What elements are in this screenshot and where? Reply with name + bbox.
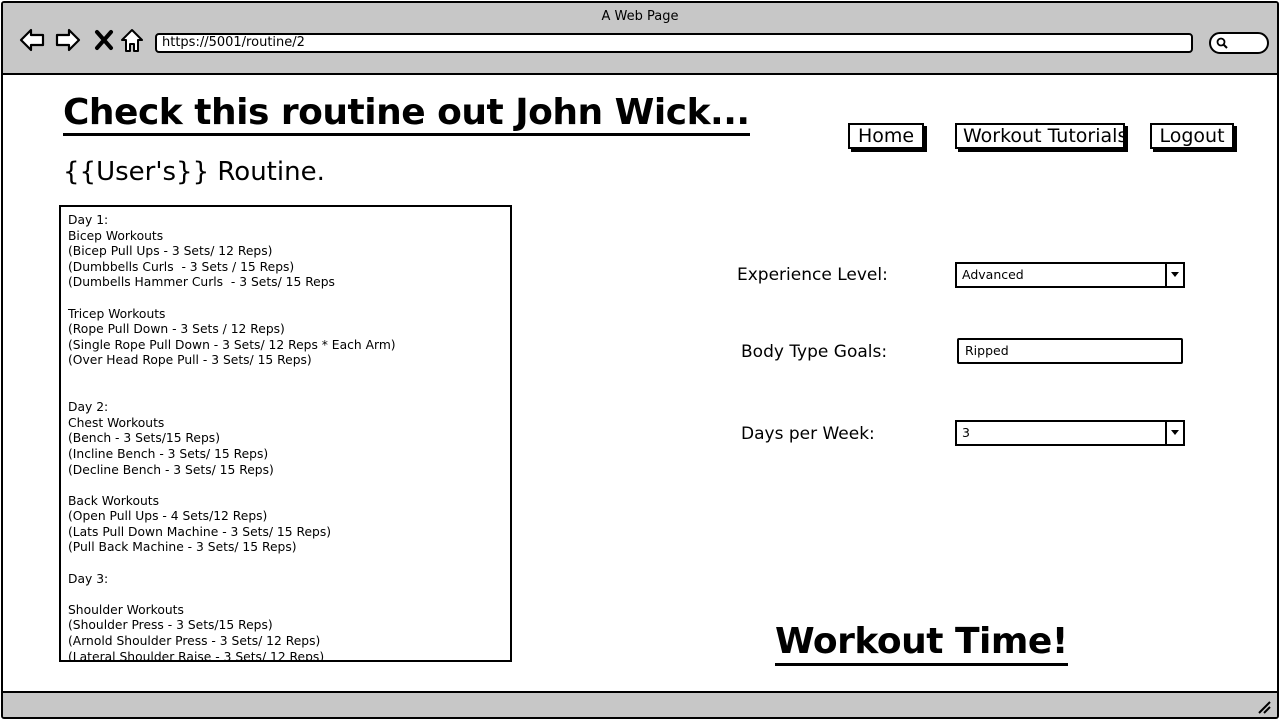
status-bar (3, 691, 1277, 717)
forward-arrow-icon[interactable] (53, 25, 83, 55)
workout-time-link[interactable]: Workout Time! (775, 621, 1068, 666)
days-per-week-label: Days per Week: (741, 424, 875, 444)
close-icon[interactable] (89, 25, 119, 55)
body-type-goals-input[interactable]: Ripped (957, 338, 1183, 364)
workout-tutorials-button[interactable]: Workout Tutorials (955, 123, 1127, 149)
browser-toolbar: A Web Page https://5001/routine/2 (3, 3, 1277, 75)
experience-level-value: Advanced (962, 267, 1024, 282)
back-arrow-icon[interactable] (17, 25, 47, 55)
routine-content: Day 1: Bicep Workouts (Bicep Pull Ups - … (68, 213, 396, 662)
chevron-down-icon[interactable] (1165, 264, 1183, 286)
days-per-week-value: 3 (962, 425, 970, 440)
search-icon (1216, 37, 1228, 49)
window-title: A Web Page (601, 9, 679, 24)
browser-search-field[interactable] (1209, 32, 1269, 54)
logout-button[interactable]: Logout (1150, 123, 1234, 149)
page-title: Check this routine out John Wick... (63, 93, 750, 136)
routine-textarea[interactable]: Day 1: Bicep Workouts (Bicep Pull Ups - … (59, 205, 512, 662)
browser-window: A Web Page https://5001/routine/2 Check … (1, 1, 1279, 719)
address-bar[interactable]: https://5001/routine/2 (155, 33, 1193, 53)
body-type-goals-label: Body Type Goals: (741, 342, 888, 362)
chevron-down-icon[interactable] (1165, 422, 1183, 444)
resize-handle-icon[interactable] (1255, 698, 1271, 714)
experience-level-select[interactable]: Advanced (955, 262, 1185, 288)
days-per-week-select[interactable]: 3 (955, 420, 1185, 446)
home-button[interactable]: Home (848, 123, 924, 149)
experience-level-label: Experience Level: (737, 265, 888, 285)
home-icon[interactable] (117, 25, 147, 55)
routine-owner-title: {{User's}} Routine. (63, 157, 325, 187)
